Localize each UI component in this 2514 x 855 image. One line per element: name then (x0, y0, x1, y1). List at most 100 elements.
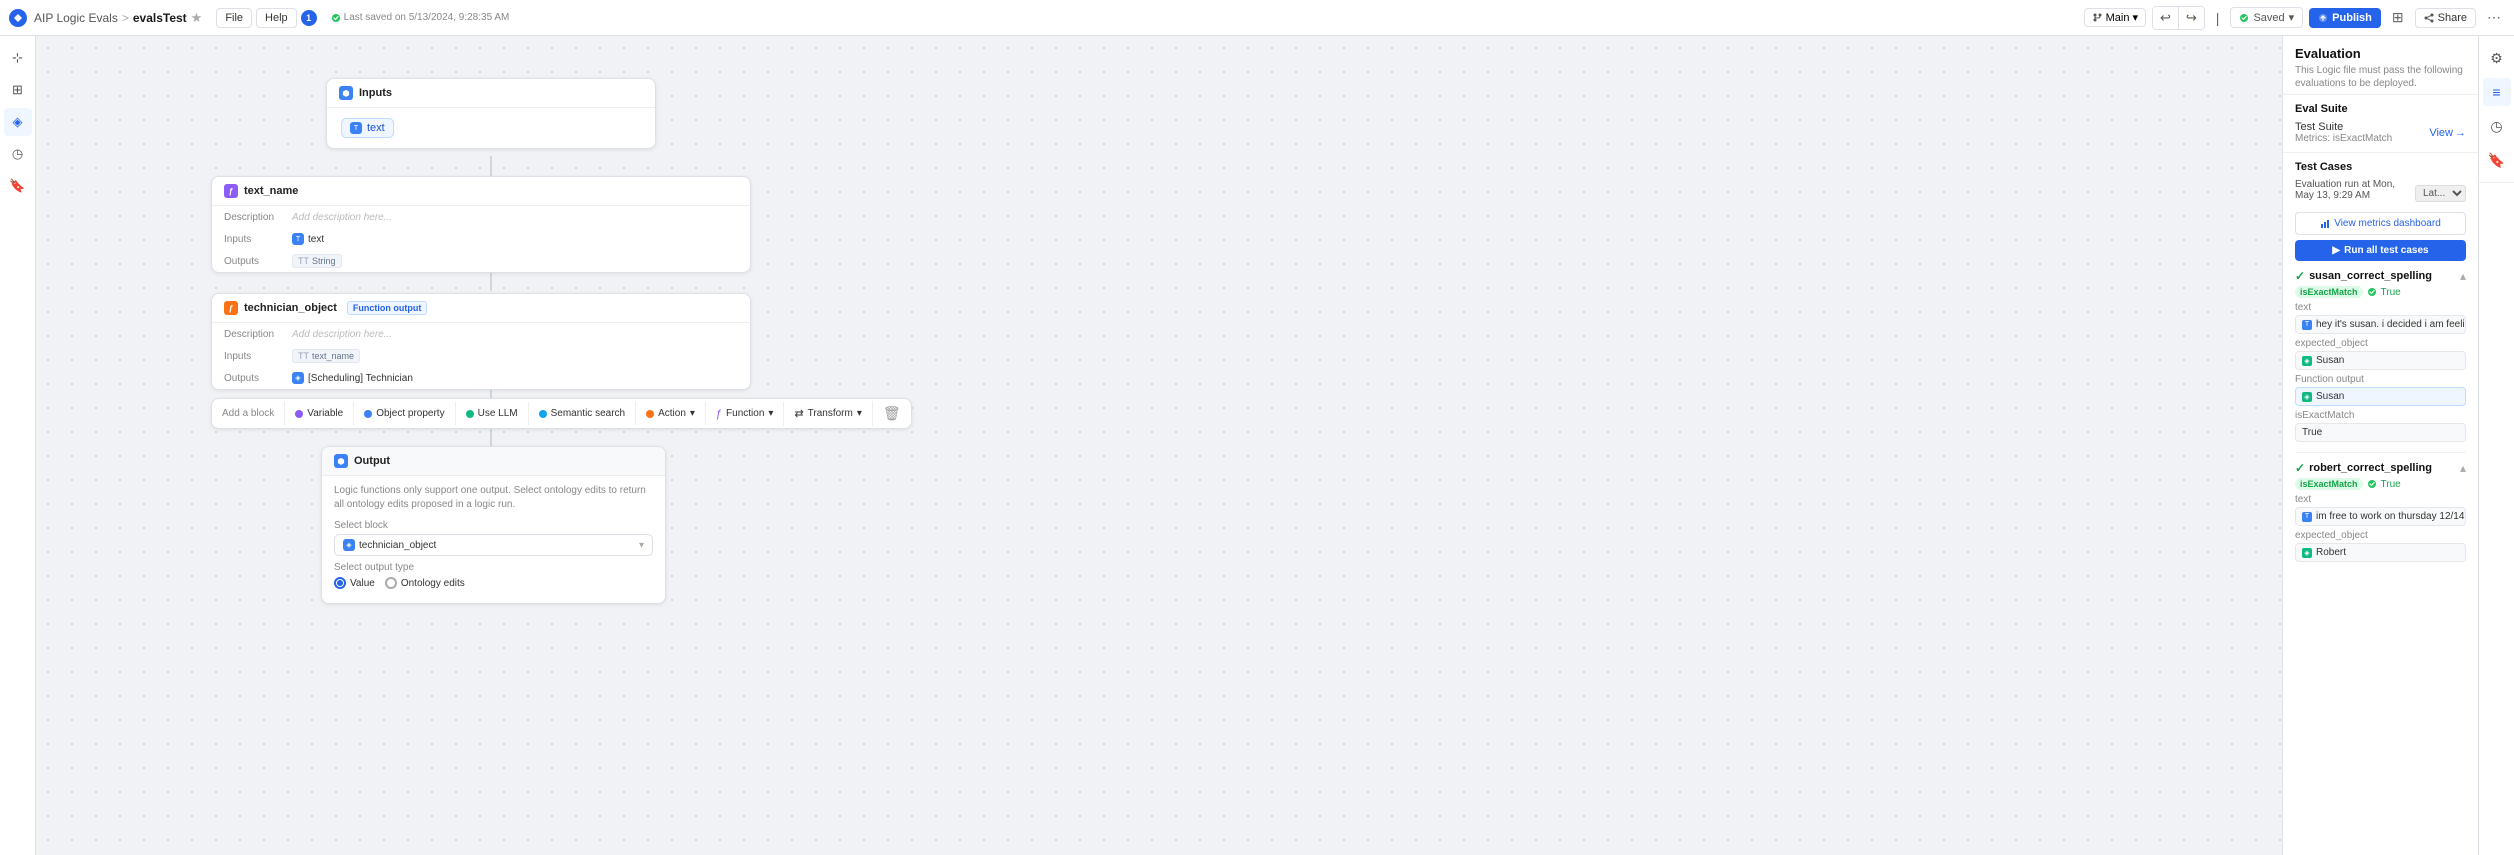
test-run-info: Evaluation run at Mon, May 13, 9:29 AM (2295, 179, 2415, 201)
add-object-property-button[interactable]: Object property (354, 402, 455, 425)
techobj-header: ƒ technician_object Function output (212, 294, 750, 323)
run-icon: ▶ (2332, 245, 2340, 256)
sidebar-bookmark-icon[interactable]: 🔖 (4, 172, 32, 200)
radio-value-dot (334, 577, 346, 589)
tc-susan-function-label: Function output (2295, 374, 2466, 385)
star-icon[interactable]: ★ (191, 10, 203, 26)
tc-susan-header: ✓ susan_correct_spelling ▴ (2295, 269, 2466, 283)
eval-suite-name-metric: Test Suite Metrics: isExactMatch (2295, 121, 2392, 144)
radio-ontology-label: Ontology edits (401, 578, 465, 589)
eval-panel-title: Evaluation (2295, 46, 2466, 61)
inputs-icon: ⬢ (339, 86, 353, 100)
lat-select[interactable]: Lat... (2415, 185, 2466, 202)
app-name[interactable]: AIP Logic Evals (34, 11, 118, 25)
eval-suite-row: Test Suite Metrics: isExactMatch View → (2295, 121, 2466, 144)
transform-label: Transform (808, 408, 853, 419)
redo-button[interactable]: ↪ (2179, 7, 2204, 29)
output-body: Logic functions only support one output.… (322, 476, 665, 603)
publish-button[interactable]: Publish (2309, 8, 2381, 28)
rp-clock-icon[interactable]: ◷ (2483, 112, 2511, 140)
canvas-content[interactable]: ⬢ Inputs T text ƒ text_name (36, 36, 2282, 855)
tc-susan-name: ✓ susan_correct_spelling (2295, 269, 2432, 283)
rp-eval-icon[interactable]: ≡ (2483, 78, 2511, 106)
tc-susan-isexact-label: isExactMatch (2295, 410, 2466, 421)
main-branch-select[interactable]: Main ▾ (2084, 8, 2146, 27)
desc-label: Description (224, 212, 284, 223)
eval-panel-header: Evaluation This Logic file must pass the… (2283, 36, 2478, 95)
radio-value[interactable]: Value (334, 577, 375, 589)
add-action-button[interactable]: Action ▾ (636, 402, 706, 425)
desc-value[interactable]: Add description here... (292, 212, 392, 223)
divider-icon: | (2211, 8, 2225, 28)
rp-bookmark-icon[interactable]: 🔖 (2483, 146, 2511, 174)
eval-suite-title: Eval Suite (2295, 103, 2466, 115)
view-arrow-icon: → (2455, 127, 2466, 139)
output-radio-group: Value Ontology edits (334, 577, 653, 589)
more-options-icon[interactable]: ⋯ (2482, 7, 2506, 28)
run-all-button[interactable]: ▶ Run all test cases (2295, 240, 2466, 261)
tc-robert-expected-label: expected_object (2295, 530, 2466, 541)
tc-susan-badge-check-icon (2367, 287, 2377, 297)
test-case-susan: ✓ susan_correct_spelling ▴ isExactMatch … (2295, 269, 2466, 442)
techobj-outputs-label: Outputs (224, 373, 284, 384)
textname-title: text_name (244, 185, 298, 197)
textname-outputs-row: Outputs TT String (212, 250, 750, 272)
tc-susan-expected-content: Susan (2316, 355, 2344, 366)
select-output-label: Select output type (334, 562, 653, 573)
output-icon: ⬢ (334, 454, 348, 468)
select-block-dropdown[interactable]: ◈ technician_object ▾ (334, 534, 653, 556)
tc-susan-collapse-button[interactable]: ▴ (2460, 269, 2466, 283)
add-transform-button[interactable]: ⇄ Transform ▾ (784, 401, 872, 426)
share-button[interactable]: Share (2415, 8, 2476, 28)
add-block-bar: Add a block Variable Object property Use… (211, 398, 912, 429)
delete-block-button[interactable]: 🗑 (873, 399, 911, 428)
select-block-chevron: ▾ (639, 540, 644, 551)
techobj-title: technician_object (244, 302, 337, 314)
eval-suite-section: Eval Suite Test Suite Metrics: isExactMa… (2283, 95, 2478, 153)
semantic-search-label: Semantic search (551, 408, 625, 419)
canvas-inner: ⬢ Inputs T text ƒ text_name (56, 56, 2262, 756)
add-variable-button[interactable]: Variable (285, 402, 354, 425)
tc-robert-badge-value: True (2381, 479, 2401, 490)
layout-icon[interactable]: ⊞ (2387, 7, 2409, 28)
branch-chevron: ▾ (2132, 11, 2138, 24)
transform-icon: ⇄ (794, 407, 803, 420)
tc-robert-expected-icon: ◈ (2302, 548, 2312, 558)
outputs-row-label: Outputs (224, 256, 284, 267)
eval-panel-subtitle: This Logic file must pass the following … (2295, 64, 2466, 90)
techobj-outputs-row: Outputs ◈ [Scheduling] Technician (212, 367, 750, 389)
help-menu[interactable]: Help (256, 8, 297, 28)
tc-susan-text-label: text (2295, 302, 2466, 313)
test-case-robert: ✓ robert_correct_spelling ▴ isExactMatch… (2295, 461, 2466, 562)
tc-susan-function-content: Susan (2316, 391, 2344, 402)
radio-ontology[interactable]: Ontology edits (385, 577, 465, 589)
semantic-search-dot (539, 410, 547, 418)
eval-view-button[interactable]: View → (2429, 127, 2466, 139)
tc-susan-isexact-value: True (2295, 423, 2466, 442)
tc-robert-collapse-button[interactable]: ▴ (2460, 461, 2466, 475)
object-property-dot (364, 410, 372, 418)
add-function-button[interactable]: ƒ Function ▾ (706, 402, 785, 426)
sidebar-clock-icon[interactable]: ◷ (4, 140, 32, 168)
radio-value-label: Value (350, 578, 375, 589)
techobj-inputs-label: Inputs (224, 351, 284, 362)
file-menu[interactable]: File (216, 8, 252, 28)
canvas-area: ⬢ Inputs T text ƒ text_name (36, 36, 2282, 855)
techobj-inputs-row: Inputs TT text_name (212, 345, 750, 367)
rp-settings-icon[interactable]: ⚙ (2483, 44, 2511, 72)
techobj-desc-value[interactable]: Add description here... (292, 329, 392, 340)
add-semantic-search-button[interactable]: Semantic search (529, 402, 636, 425)
undo-button[interactable]: ↩ (2153, 7, 2179, 29)
saved-button[interactable]: Saved ▾ (2230, 7, 2303, 28)
branch-icon (2092, 12, 2103, 23)
test-run-info-row: Evaluation run at Mon, May 13, 9:29 AM L… (2295, 179, 2466, 207)
sidebar-grid-icon[interactable]: ⊞ (4, 76, 32, 104)
sidebar-node-icon[interactable]: ◈ (4, 108, 32, 136)
sidebar-cursor-icon[interactable]: ⊹ (4, 44, 32, 72)
view-metrics-button[interactable]: View metrics dashboard (2295, 212, 2466, 235)
input-chip-text: T text (341, 118, 394, 138)
output-description: Logic functions only support one output.… (334, 484, 653, 512)
app-logo (8, 8, 28, 28)
tc-robert-text-value: T im free to work on thursday 12/14. - r… (2295, 507, 2466, 526)
add-use-llm-button[interactable]: Use LLM (456, 402, 529, 425)
